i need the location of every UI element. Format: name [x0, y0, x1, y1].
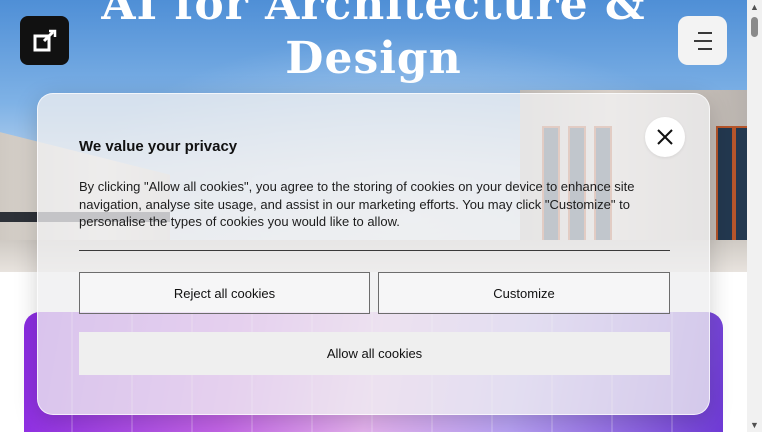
- hero-title-line2: Design: [285, 33, 462, 84]
- reject-all-cookies-button[interactable]: Reject all cookies: [79, 272, 370, 314]
- scroll-up-arrow-icon[interactable]: ▲: [747, 0, 762, 14]
- customize-button[interactable]: Customize: [378, 272, 670, 314]
- scrollbar[interactable]: ▲ ▼: [747, 0, 762, 432]
- brand-logo-icon: [33, 29, 57, 52]
- cookie-dialog-body: By clicking "Allow all cookies", you agr…: [79, 179, 635, 229]
- brand-logo-button[interactable]: [20, 16, 69, 65]
- divider: [79, 250, 670, 251]
- menu-icon: [694, 32, 712, 50]
- allow-all-cookies-button[interactable]: Allow all cookies: [79, 332, 670, 375]
- scroll-down-arrow-icon[interactable]: ▼: [747, 418, 762, 432]
- hero-title: AI for Architecture & Design: [0, 0, 747, 86]
- close-icon: [657, 129, 673, 145]
- close-button[interactable]: [645, 117, 685, 157]
- menu-button[interactable]: [678, 16, 727, 65]
- scroll-thumb[interactable]: [751, 17, 758, 37]
- cookie-dialog-title: We value your privacy: [79, 138, 238, 155]
- cookie-consent-dialog: We value your privacy By clicking "Allow…: [37, 93, 710, 415]
- hero-title-line1: AI for Architecture &: [101, 0, 646, 30]
